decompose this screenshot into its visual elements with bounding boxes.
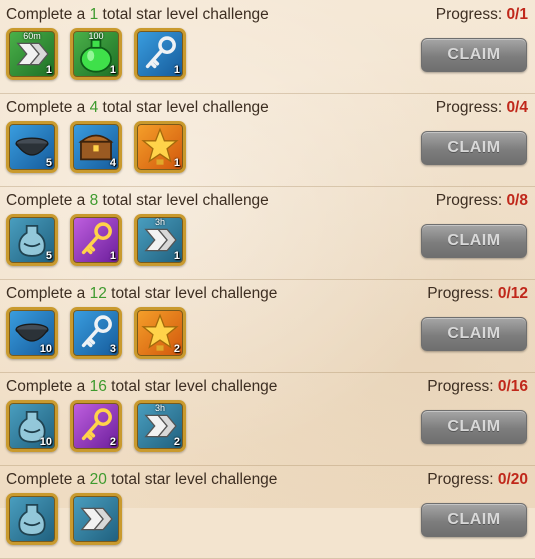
challenge-row: Complete a 1 total star level challenge P…: [0, 0, 535, 94]
title-suffix: total star level challenge: [106, 378, 278, 395]
progress-text: Progress: 0/1: [436, 6, 528, 24]
progress-label: Progress:: [427, 378, 498, 395]
progress-value: 0/12: [497, 285, 528, 302]
reward-item[interactable]: 1: [134, 28, 186, 80]
claim-button[interactable]: CLAIM: [421, 224, 527, 258]
reward-items: 10 2 3h 2: [6, 400, 186, 452]
challenge-title: Complete a 20 total star level challenge: [6, 471, 277, 489]
item-tag: 60m: [23, 31, 41, 41]
item-tag: 3h: [154, 403, 165, 413]
title-suffix: total star level challenge: [98, 192, 269, 209]
title-suffix: total star level challenge: [106, 285, 278, 302]
progress-label: Progress:: [427, 285, 498, 302]
title-prefix: Complete a: [6, 99, 90, 116]
progress-text: Progress: 0/8: [436, 192, 528, 210]
reward-item[interactable]: 10: [6, 307, 58, 359]
challenge-row: Complete a 16 total star level challenge…: [0, 372, 535, 466]
reward-item[interactable]: 2: [70, 400, 122, 452]
item-quantity: 5: [45, 157, 52, 169]
title-suffix: total star level challenge: [106, 471, 278, 488]
claim-button[interactable]: CLAIM: [421, 317, 527, 351]
title-prefix: Complete a: [6, 285, 90, 302]
challenge-title: Complete a 1 total star level challenge: [6, 6, 269, 24]
progress-text: Progress: 0/12: [427, 285, 528, 303]
progress-value: 0/4: [506, 99, 528, 116]
challenge-row: Complete a 12 total star level challenge…: [0, 279, 535, 373]
challenge-title: Complete a 8 total star level challenge: [6, 192, 269, 210]
item-quantity: 10: [39, 343, 52, 355]
title-suffix: total star level challenge: [98, 99, 269, 116]
star-count: 16: [89, 378, 107, 395]
reward-item[interactable]: 60m 1: [6, 28, 58, 80]
challenge-title: Complete a 4 total star level challenge: [6, 99, 269, 117]
reward-items: 10 3 2: [6, 307, 186, 359]
progress-value: 0/20: [497, 471, 528, 488]
item-quantity: 1: [45, 64, 52, 76]
item-quantity: 1: [173, 64, 180, 76]
progress-label: Progress:: [435, 99, 507, 116]
star-count: 1: [89, 6, 99, 23]
item-quantity: 1: [173, 250, 180, 262]
item-quantity: 2: [173, 343, 180, 355]
reward-items: 5 1 3h 1: [6, 214, 186, 266]
item-quantity: 2: [173, 436, 180, 448]
claim-button[interactable]: CLAIM: [421, 38, 527, 72]
item-quantity: 10: [39, 436, 52, 448]
item-quantity: 5: [45, 250, 52, 262]
progress-value: 0/8: [506, 192, 528, 209]
item-tag: 100: [88, 31, 104, 41]
challenge-row: Complete a 4 total star level challenge P…: [0, 93, 535, 187]
challenge-title: Complete a 12 total star level challenge: [6, 285, 277, 303]
star-count: 12: [89, 285, 107, 302]
title-suffix: total star level challenge: [98, 6, 269, 23]
item-quantity: 3: [109, 343, 116, 355]
reward-item[interactable]: 5: [6, 121, 58, 173]
reward-item[interactable]: 100 1: [70, 28, 122, 80]
reward-item[interactable]: 1: [134, 121, 186, 173]
star-count: 20: [89, 471, 107, 488]
reward-item[interactable]: [70, 493, 122, 545]
progress-text: Progress: 0/20: [427, 471, 528, 489]
item-quantity: 1: [109, 250, 116, 262]
reward-item[interactable]: 3h 1: [134, 214, 186, 266]
reward-item[interactable]: 1: [70, 214, 122, 266]
reward-item[interactable]: 3h 2: [134, 400, 186, 452]
title-prefix: Complete a: [6, 192, 90, 209]
progress-label: Progress:: [435, 6, 507, 23]
item-quantity: 2: [109, 436, 116, 448]
claim-button[interactable]: CLAIM: [421, 410, 527, 444]
star-count: 8: [89, 192, 99, 209]
challenge-row: Complete a 20 total star level challenge…: [0, 465, 535, 559]
reward-item[interactable]: 3: [70, 307, 122, 359]
challenge-title: Complete a 16 total star level challenge: [6, 378, 277, 396]
star-count: 4: [89, 99, 99, 116]
progress-value: 0/16: [497, 378, 528, 395]
claim-button[interactable]: CLAIM: [421, 131, 527, 165]
item-quantity: 1: [173, 157, 180, 169]
reward-item[interactable]: 2: [134, 307, 186, 359]
progress-text: Progress: 0/4: [436, 99, 528, 117]
reward-items: 60m 1 100 1 1: [6, 28, 186, 80]
progress-label: Progress:: [435, 192, 507, 209]
item-quantity: 1: [109, 64, 116, 76]
title-prefix: Complete a: [6, 471, 90, 488]
reward-item[interactable]: 5: [6, 214, 58, 266]
item-quantity: 4: [109, 157, 116, 169]
progress-text: Progress: 0/16: [427, 378, 528, 396]
progress-label: Progress:: [427, 471, 498, 488]
claim-button[interactable]: CLAIM: [421, 503, 527, 537]
title-prefix: Complete a: [6, 378, 90, 395]
reward-items: 5 4 1: [6, 121, 186, 173]
challenge-row: Complete a 8 total star level challenge P…: [0, 186, 535, 280]
reward-item[interactable]: 4: [70, 121, 122, 173]
title-prefix: Complete a: [6, 6, 90, 23]
reward-item[interactable]: 10: [6, 400, 58, 452]
item-tag: 3h: [154, 217, 165, 227]
reward-item[interactable]: [6, 493, 58, 545]
reward-items: [6, 493, 122, 545]
progress-value: 0/1: [506, 6, 528, 23]
